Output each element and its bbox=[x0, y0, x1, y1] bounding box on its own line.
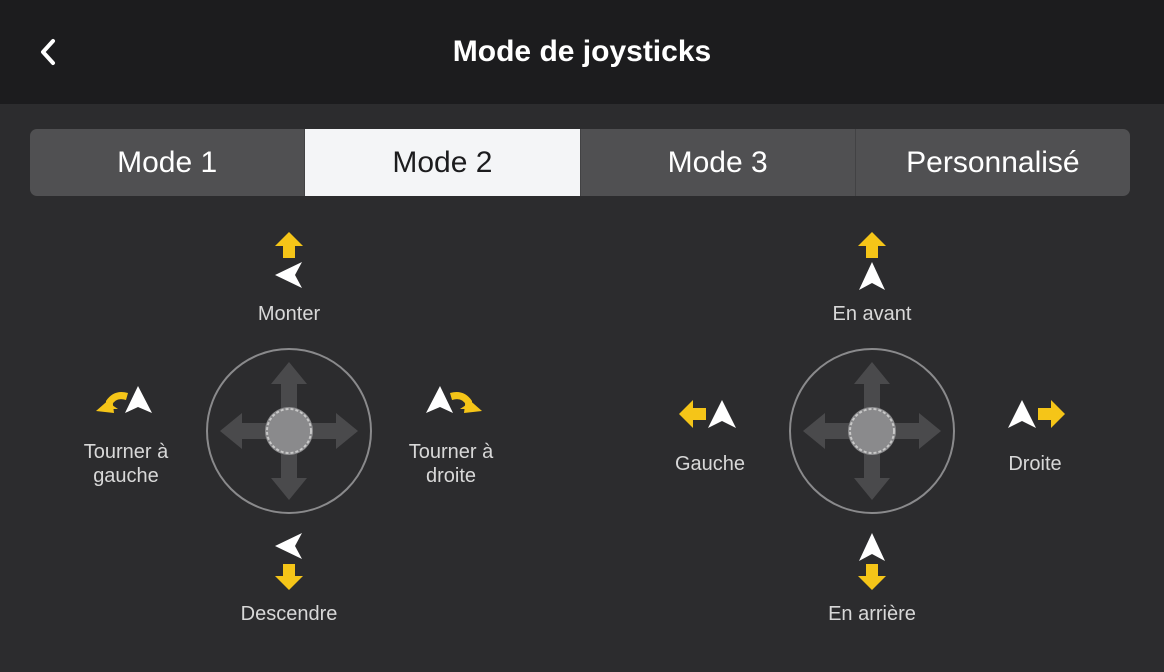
left-joystick[interactable] bbox=[204, 346, 374, 516]
right-joystick[interactable] bbox=[787, 346, 957, 516]
label-left-right: Gauche bbox=[674, 453, 746, 475]
backward-icon bbox=[858, 533, 886, 590]
chevron-left-icon bbox=[41, 39, 55, 65]
tab-mode-1[interactable]: Mode 1 bbox=[30, 129, 306, 196]
forward-icon bbox=[858, 232, 886, 290]
back-button[interactable] bbox=[28, 30, 68, 74]
tab-mode-3[interactable]: Mode 3 bbox=[581, 129, 856, 196]
label-down-left: Descendre bbox=[240, 603, 338, 625]
label-right-left: Tourner à droite bbox=[408, 441, 494, 487]
rotate-left-icon bbox=[96, 386, 152, 413]
label-up-right: En avant bbox=[832, 303, 912, 325]
tab-mode-2[interactable]: Mode 2 bbox=[305, 129, 581, 196]
page-title: Mode de joysticks bbox=[452, 35, 712, 68]
mode-tabs: Mode 1 Mode 2 Mode 3 Personnalisé bbox=[30, 129, 1130, 196]
label-right-right: Droite bbox=[1008, 453, 1062, 475]
ascend-icon bbox=[275, 232, 303, 288]
label-left-left: Tourner à gauche bbox=[83, 441, 169, 487]
label-down-right: En arrière bbox=[828, 603, 916, 625]
move-right-icon bbox=[1008, 400, 1065, 428]
move-left-icon bbox=[679, 400, 736, 428]
rotate-right-icon bbox=[426, 386, 482, 413]
descend-icon bbox=[275, 533, 303, 590]
tab-custom[interactable]: Personnalisé bbox=[856, 129, 1130, 196]
header-bar: Mode de joysticks bbox=[0, 0, 1164, 104]
label-up-left: Monter bbox=[257, 303, 321, 325]
